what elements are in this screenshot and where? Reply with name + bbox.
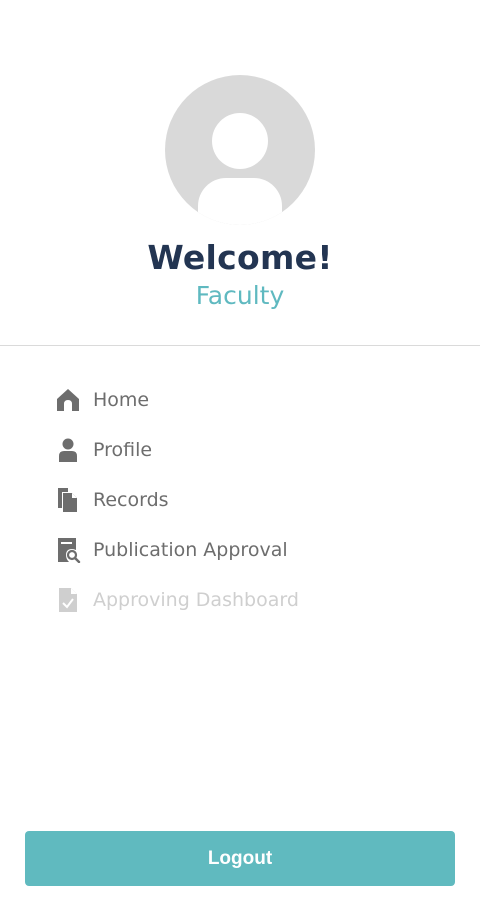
- avatar-body: [198, 178, 282, 225]
- menu-item-label: Home: [93, 389, 150, 411]
- menu-item-publication-approval[interactable]: Publication Approval: [0, 525, 480, 575]
- navigation-drawer: Welcome! Faculty Home Profile Records Pu…: [0, 0, 480, 924]
- document-check-icon: [55, 587, 81, 613]
- document-search-icon: [55, 537, 81, 563]
- avatar: [165, 75, 315, 225]
- welcome-title: Welcome!: [147, 238, 333, 277]
- documents-icon: [55, 487, 81, 513]
- menu-item-label: Approving Dashboard: [93, 589, 299, 611]
- menu-item-label: Profile: [93, 439, 153, 461]
- logout-button[interactable]: Logout: [25, 831, 455, 886]
- menu-item-profile[interactable]: Profile: [0, 425, 480, 475]
- menu-item-records[interactable]: Records: [0, 475, 480, 525]
- menu-item-label: Records: [93, 489, 169, 511]
- menu-item-home[interactable]: Home: [0, 375, 480, 425]
- home-icon: [55, 387, 81, 413]
- menu-item-approving-dashboard[interactable]: Approving Dashboard: [0, 575, 480, 625]
- menu: Home Profile Records Publication Approva…: [0, 375, 480, 625]
- divider: [0, 345, 480, 346]
- avatar-head: [212, 113, 268, 169]
- user-role: Faculty: [195, 281, 285, 310]
- person-icon: [55, 437, 81, 463]
- menu-item-label: Publication Approval: [93, 539, 288, 561]
